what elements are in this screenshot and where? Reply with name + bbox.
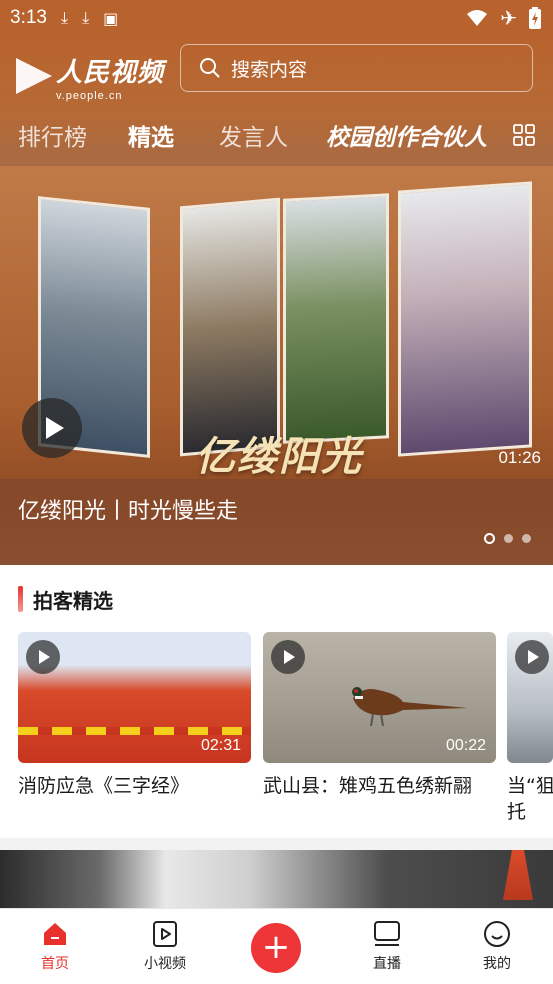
logo-play-icon	[16, 58, 52, 94]
banner-photo-panel	[283, 193, 389, 444]
play-icon[interactable]	[22, 398, 82, 458]
nav-label: 直播	[373, 956, 401, 972]
search-icon	[200, 58, 220, 78]
video-thumbnail[interactable]: 00:22	[263, 632, 496, 763]
banner-photo-panel	[180, 197, 280, 457]
play-icon[interactable]	[26, 640, 60, 674]
airplane-icon: ✈	[500, 6, 517, 30]
status-time: 3:13	[10, 7, 47, 28]
tab-campus-creator[interactable]: 校园创作合伙人	[326, 118, 487, 152]
play-icon[interactable]	[271, 640, 305, 674]
section-title: 拍客精选	[33, 588, 113, 613]
search-placeholder: 搜索内容	[231, 58, 308, 81]
carousel-dot	[522, 534, 531, 543]
feed-item-preview[interactable]	[0, 850, 553, 910]
banner-caption-bar: 亿缕阳光丨时光慢些走	[0, 479, 553, 565]
live-tv-icon	[374, 921, 400, 946]
video-title[interactable]: 武山县：雉鸡五色绣新翮	[263, 773, 503, 799]
video-card[interactable]: 02:31 消防应急《三字经》	[18, 632, 258, 799]
section-accent-bar	[18, 586, 23, 612]
home-icon	[44, 923, 66, 945]
battery-icon	[529, 7, 541, 29]
app-notification-icon: ▣	[103, 8, 119, 28]
traffic-cone-image	[503, 850, 533, 900]
profile-smile-icon	[484, 921, 510, 947]
status-bar: 3:13 ⤓ ⤓ ▣ ✈	[0, 0, 553, 36]
featured-banner[interactable]: 亿缕阳光 01:26 亿缕阳光丨时光慢些走	[0, 166, 553, 565]
carousel-dot	[504, 534, 513, 543]
category-tabs: 排行榜 精选 发言人 校园创作合伙人	[0, 114, 553, 158]
download-icon: ⤓	[82, 8, 90, 27]
nav-home[interactable]: 首页	[15, 919, 95, 973]
nav-short-video[interactable]: 小视频	[125, 919, 205, 973]
logo-title: 人民视频	[56, 58, 165, 88]
nav-label: 小视频	[144, 956, 186, 972]
play-icon[interactable]	[515, 640, 549, 674]
banner-duration: 01:26	[498, 448, 541, 467]
app-logo[interactable]: 人民视频 v.people.cn	[16, 48, 166, 104]
plus-icon: +	[261, 926, 291, 967]
bottom-nav: 首页 小视频 + 直播 我的	[0, 908, 553, 984]
video-duration: 00:22	[445, 737, 486, 754]
short-video-icon	[153, 921, 177, 947]
nav-label: 我的	[483, 956, 511, 972]
carousel-indicator	[484, 533, 531, 544]
tab-ranking[interactable]: 排行榜	[18, 118, 87, 152]
app-header: 人民视频 v.people.cn 搜索内容 排行榜 精选 发言人 校园创作合伙人	[0, 36, 553, 166]
banner-photo-panel	[398, 181, 532, 457]
wifi-icon	[467, 10, 488, 26]
thumbnail-detail	[18, 727, 251, 735]
video-title[interactable]: 当“狙托	[507, 773, 553, 825]
paike-section: 拍客精选 02:31 消防应急《三字经》 00:22 武山县：雉鸡五色绣新翮 当…	[0, 565, 553, 838]
video-title[interactable]: 消防应急《三字经》	[18, 773, 258, 799]
tab-spokesperson[interactable]: 发言人	[219, 118, 288, 152]
pheasant-image	[352, 687, 468, 727]
video-thumbnail[interactable]: 02:31	[18, 632, 251, 763]
grid-menu-icon[interactable]	[513, 124, 535, 146]
video-duration: 02:31	[200, 737, 241, 754]
nav-live[interactable]: 直播	[347, 919, 427, 973]
carousel-dot	[484, 533, 495, 544]
download-icon: ⤓	[60, 8, 69, 27]
nav-label: 首页	[41, 956, 69, 972]
tab-featured[interactable]: 精选	[128, 118, 174, 152]
video-card[interactable]: 当“狙托	[507, 632, 553, 825]
video-card[interactable]: 00:22 武山县：雉鸡五色绣新翮	[263, 632, 503, 799]
nav-profile[interactable]: 我的	[457, 919, 537, 973]
banner-caption: 亿缕阳光丨时光慢些走	[18, 499, 239, 524]
search-bar[interactable]: 搜索内容	[180, 44, 533, 92]
video-thumbnail[interactable]	[507, 632, 553, 763]
banner-overlay-title: 亿缕阳光	[195, 433, 363, 480]
logo-url: v.people.cn	[56, 90, 123, 102]
section-header: 拍客精选	[18, 585, 113, 613]
publish-button[interactable]: +	[251, 923, 301, 973]
